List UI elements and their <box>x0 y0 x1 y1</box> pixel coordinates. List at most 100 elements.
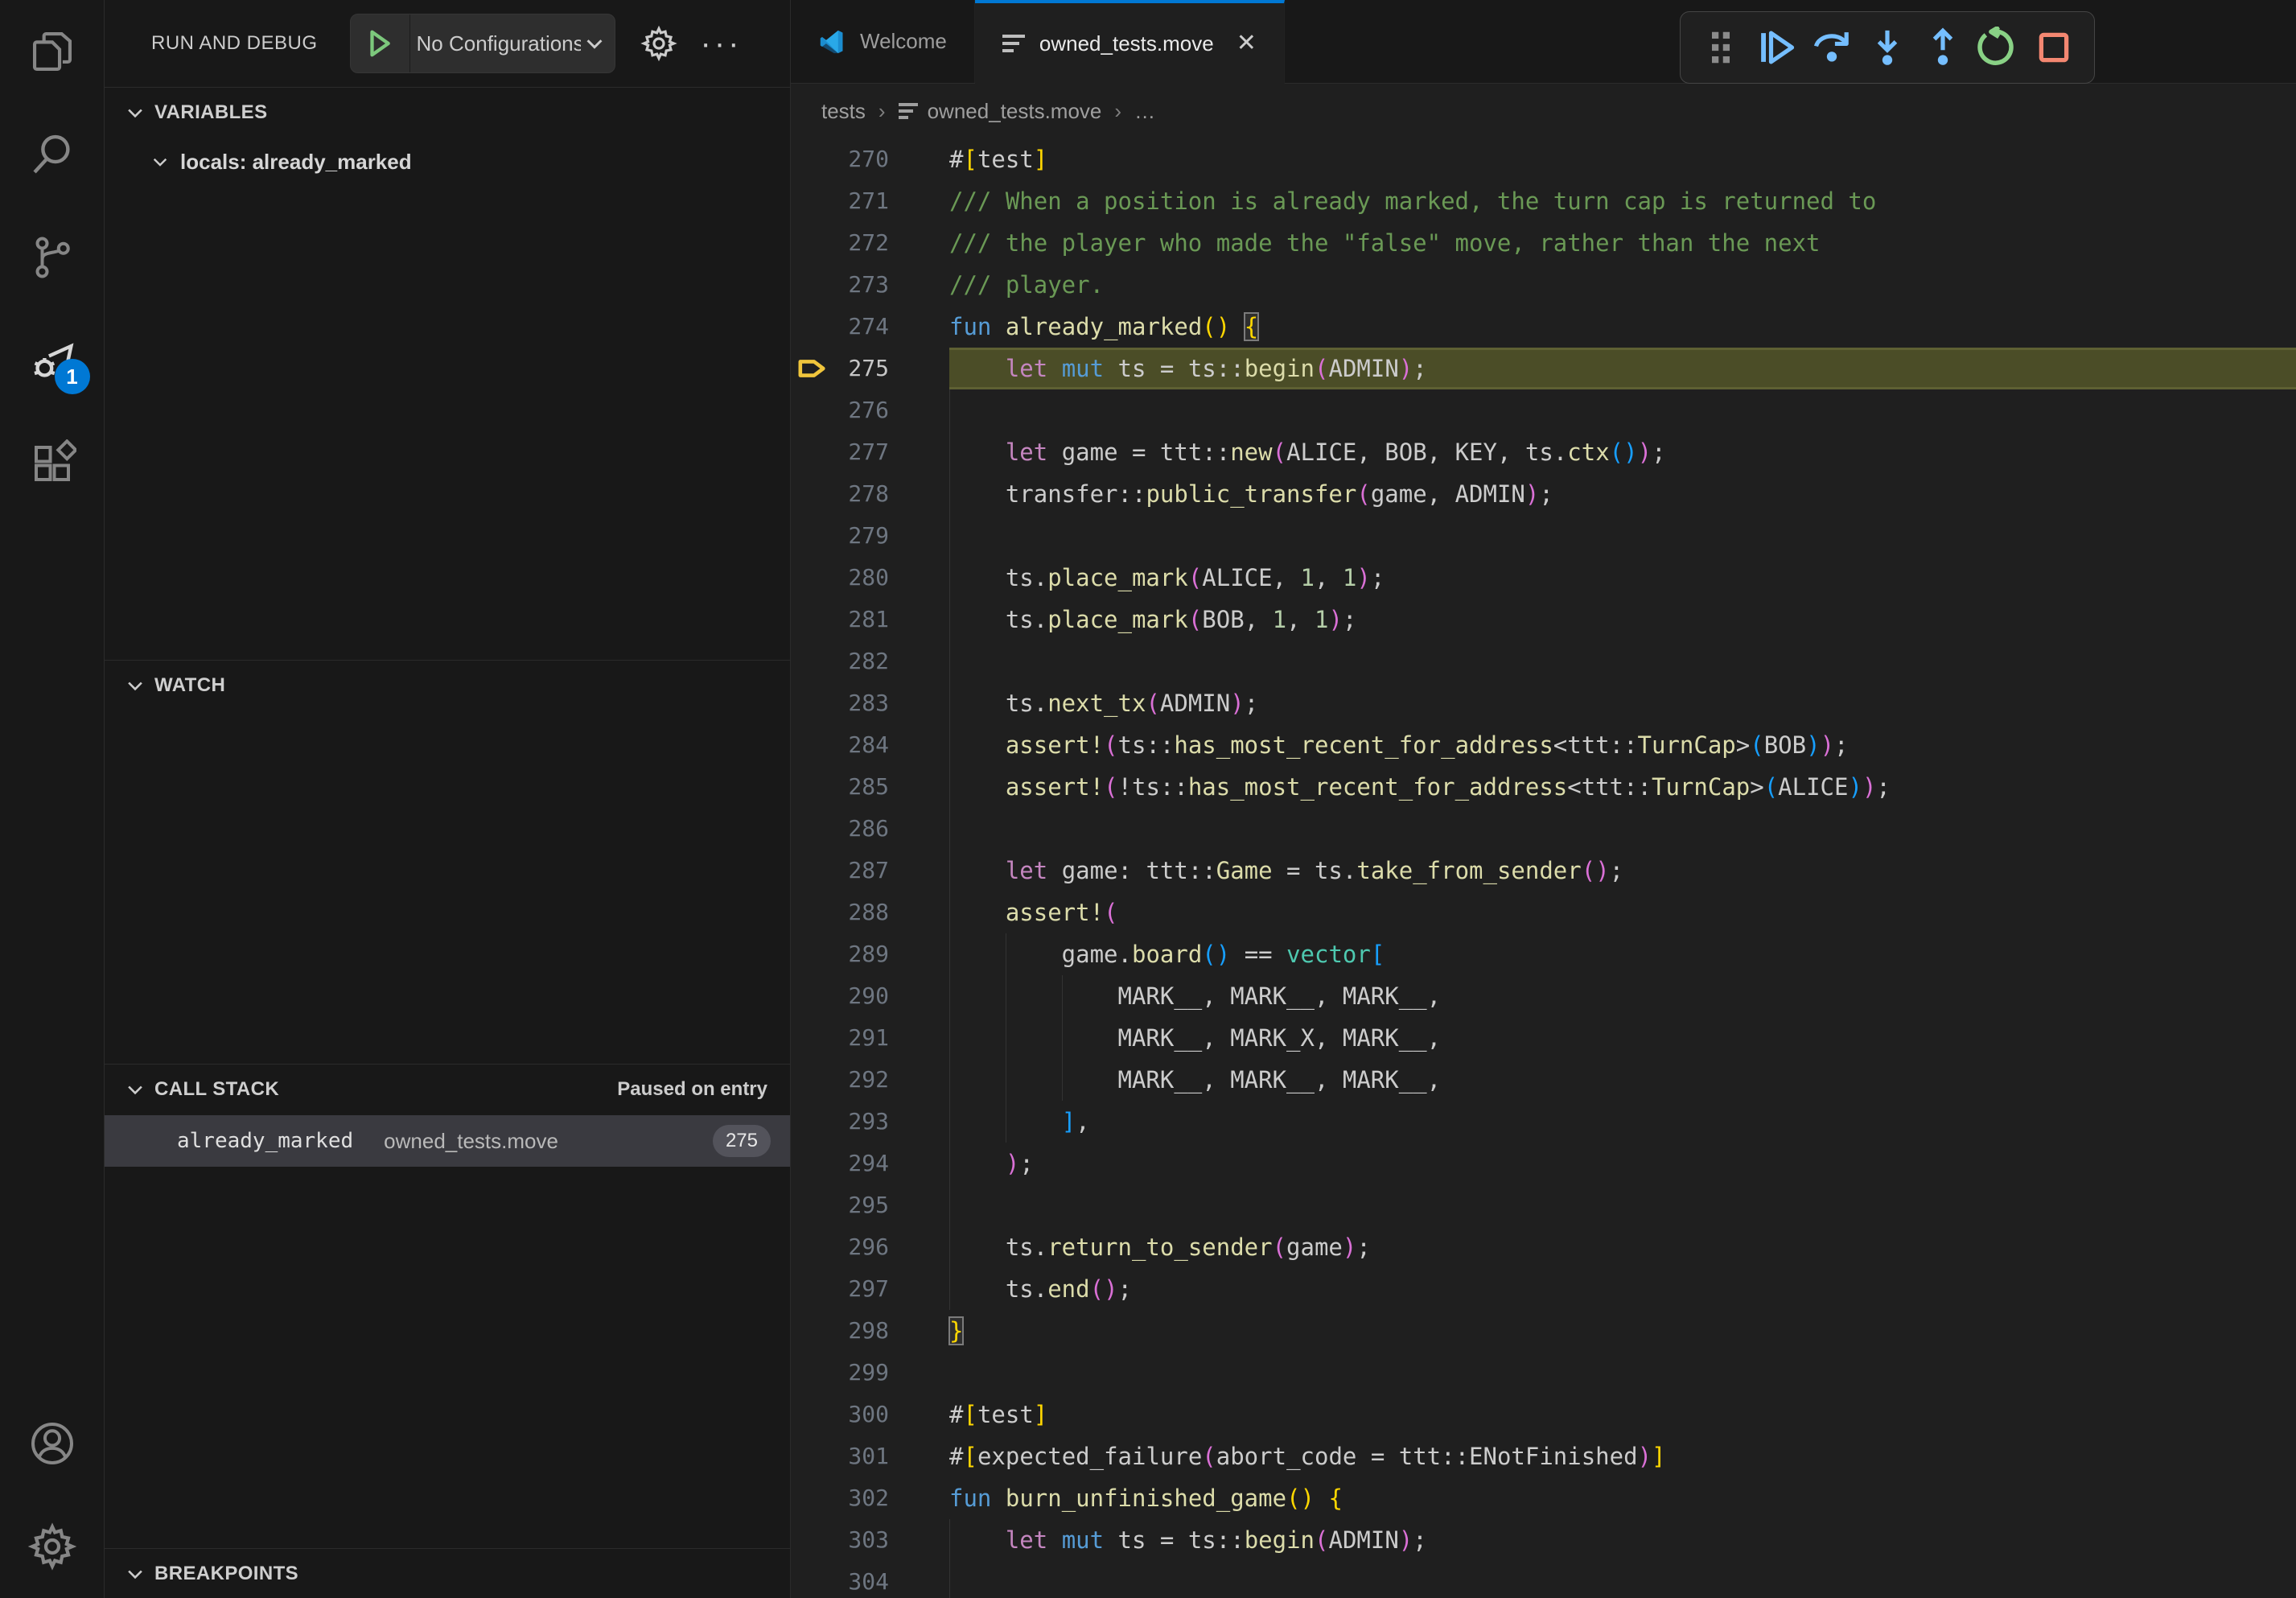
code-line-274[interactable]: 274fun already_marked() { <box>791 306 2296 348</box>
code-line-content[interactable]: #[expected_failure(abort_code = ttt::ENo… <box>949 1435 2296 1477</box>
gutter-marker[interactable] <box>791 1352 828 1394</box>
code-line-284[interactable]: 284 assert!(ts::has_most_recent_for_addr… <box>791 724 2296 766</box>
code-line-277[interactable]: 277 let game = ttt::new(ALICE, BOB, KEY,… <box>791 431 2296 473</box>
code-line-content[interactable]: game.board() == vector[ <box>949 933 2296 975</box>
code-line-content[interactable] <box>949 515 2296 557</box>
code-line-content[interactable]: #[test] <box>949 138 2296 180</box>
gutter-marker[interactable] <box>791 431 828 473</box>
gutter-marker[interactable] <box>791 892 828 933</box>
gutter-marker[interactable] <box>791 975 828 1017</box>
code-line-content[interactable]: transfer::public_transfer(game, ADMIN); <box>949 473 2296 515</box>
code-line-300[interactable]: 300#[test] <box>791 1394 2296 1435</box>
code-line-content[interactable] <box>949 808 2296 850</box>
code-line-content[interactable]: MARK__, MARK__, MARK__, <box>949 975 2296 1017</box>
gutter-marker[interactable] <box>791 1268 828 1310</box>
code-line-296[interactable]: 296 ts.return_to_sender(game); <box>791 1226 2296 1268</box>
source-control-tab[interactable] <box>0 206 105 309</box>
code-line-content[interactable]: MARK__, MARK_X, MARK__, <box>949 1017 2296 1059</box>
code-line-content[interactable]: #[test] <box>949 1394 2296 1435</box>
gutter-marker[interactable] <box>791 1519 828 1561</box>
gutter-marker[interactable] <box>791 1184 828 1226</box>
code-line-273[interactable]: 273/// player. <box>791 264 2296 306</box>
code-line-302[interactable]: 302fun burn_unfinished_game() { <box>791 1477 2296 1519</box>
code-line-content[interactable]: ], <box>949 1101 2296 1143</box>
code-line-294[interactable]: 294 ); <box>791 1143 2296 1184</box>
search-tab[interactable] <box>0 103 105 206</box>
code-line-271[interactable]: 271/// When a position is already marked… <box>791 180 2296 222</box>
gutter-marker[interactable] <box>791 766 828 808</box>
breadcrumb-file[interactable]: owned_tests.move <box>899 99 1102 124</box>
gutter-marker[interactable] <box>791 1561 828 1598</box>
call-stack-section-header[interactable]: CALL STACK Paused on entry <box>105 1064 790 1114</box>
restart-button[interactable] <box>1970 19 2026 76</box>
locals-scope-row[interactable]: locals: already_marked <box>105 137 790 187</box>
debug-current-line-arrow-icon[interactable] <box>791 348 828 389</box>
code-line-content[interactable]: ts.place_mark(BOB, 1, 1); <box>949 599 2296 640</box>
code-line-289[interactable]: 289 game.board() == vector[ <box>791 933 2296 975</box>
continue-button[interactable] <box>1749 19 1804 76</box>
code-line-282[interactable]: 282 <box>791 640 2296 682</box>
code-line-content[interactable] <box>949 389 2296 431</box>
code-line-299[interactable]: 299 <box>791 1352 2296 1394</box>
code-line-280[interactable]: 280 ts.place_mark(ALICE, 1, 1); <box>791 557 2296 599</box>
code-line-content[interactable]: ); <box>949 1143 2296 1184</box>
code-line-content[interactable]: fun already_marked() { <box>949 306 2296 348</box>
gutter-marker[interactable] <box>791 138 828 180</box>
gutter-marker[interactable] <box>791 933 828 975</box>
variables-section-header[interactable]: VARIABLES <box>105 87 790 137</box>
code-line-content[interactable]: fun burn_unfinished_game() { <box>949 1477 2296 1519</box>
gutter-marker[interactable] <box>791 1310 828 1352</box>
explorer-tab[interactable] <box>0 0 105 103</box>
code-line-286[interactable]: 286 <box>791 808 2296 850</box>
code-line-content[interactable]: ts.place_mark(ALICE, 1, 1); <box>949 557 2296 599</box>
code-line-content[interactable] <box>949 1184 2296 1226</box>
code-line-295[interactable]: 295 <box>791 1184 2296 1226</box>
tab-welcome[interactable]: Welcome <box>791 0 975 83</box>
gutter-marker[interactable] <box>791 1226 828 1268</box>
gutter-marker[interactable] <box>791 389 828 431</box>
extensions-tab[interactable] <box>0 412 105 515</box>
code-line-276[interactable]: 276 <box>791 389 2296 431</box>
watch-section-header[interactable]: WATCH <box>105 660 790 710</box>
code-line-content[interactable]: } <box>949 1310 2296 1352</box>
gutter-marker[interactable] <box>791 682 828 724</box>
code-line-275[interactable]: 275 let mut ts = ts::begin(ADMIN); <box>791 348 2296 389</box>
code-line-content[interactable]: /// the player who made the "false" move… <box>949 222 2296 264</box>
gutter-marker[interactable] <box>791 1059 828 1101</box>
code-line-content[interactable] <box>949 640 2296 682</box>
gutter-marker[interactable] <box>791 850 828 892</box>
gutter-marker[interactable] <box>791 222 828 264</box>
code-line-272[interactable]: 272/// the player who made the "false" m… <box>791 222 2296 264</box>
code-line-content[interactable]: assert!(!ts::has_most_recent_for_address… <box>949 766 2296 808</box>
code-line-283[interactable]: 283 ts.next_tx(ADMIN); <box>791 682 2296 724</box>
gutter-marker[interactable] <box>791 473 828 515</box>
step-into-button[interactable] <box>1860 19 1915 76</box>
code-line-content[interactable]: ts.next_tx(ADMIN); <box>949 682 2296 724</box>
code-line-content[interactable]: /// player. <box>949 264 2296 306</box>
code-line-279[interactable]: 279 <box>791 515 2296 557</box>
code-line-290[interactable]: 290 MARK__, MARK__, MARK__, <box>791 975 2296 1017</box>
code-line-293[interactable]: 293 ], <box>791 1101 2296 1143</box>
gutter-marker[interactable] <box>791 640 828 682</box>
gutter-marker[interactable] <box>791 1477 828 1519</box>
code-line-content[interactable]: MARK__, MARK__, MARK__, <box>949 1059 2296 1101</box>
debug-settings-button[interactable] <box>640 24 678 63</box>
breadcrumb-folder[interactable]: tests <box>821 99 866 124</box>
debug-config-picker[interactable]: No Configurations <box>350 14 615 73</box>
gutter-marker[interactable] <box>791 306 828 348</box>
code-line-285[interactable]: 285 assert!(!ts::has_most_recent_for_add… <box>791 766 2296 808</box>
code-line-287[interactable]: 287 let game: ttt::Game = ts.take_from_s… <box>791 850 2296 892</box>
account-button[interactable] <box>0 1392 105 1495</box>
stop-button[interactable] <box>2026 19 2081 76</box>
gutter-marker[interactable] <box>791 515 828 557</box>
gutter-marker[interactable] <box>791 724 828 766</box>
code-line-304[interactable]: 304 <box>791 1561 2296 1598</box>
code-line-303[interactable]: 303 let mut ts = ts::begin(ADMIN); <box>791 1519 2296 1561</box>
code-line-content[interactable]: assert!(ts::has_most_recent_for_address<… <box>949 724 2296 766</box>
code-line-297[interactable]: 297 ts.end(); <box>791 1268 2296 1310</box>
tab-owned-tests[interactable]: owned_tests.move ✕ <box>975 0 1285 84</box>
code-line-281[interactable]: 281 ts.place_mark(BOB, 1, 1); <box>791 599 2296 640</box>
gutter-marker[interactable] <box>791 1435 828 1477</box>
code-line-content[interactable]: let mut ts = ts::begin(ADMIN); <box>949 1519 2296 1561</box>
manage-button[interactable] <box>0 1495 105 1598</box>
